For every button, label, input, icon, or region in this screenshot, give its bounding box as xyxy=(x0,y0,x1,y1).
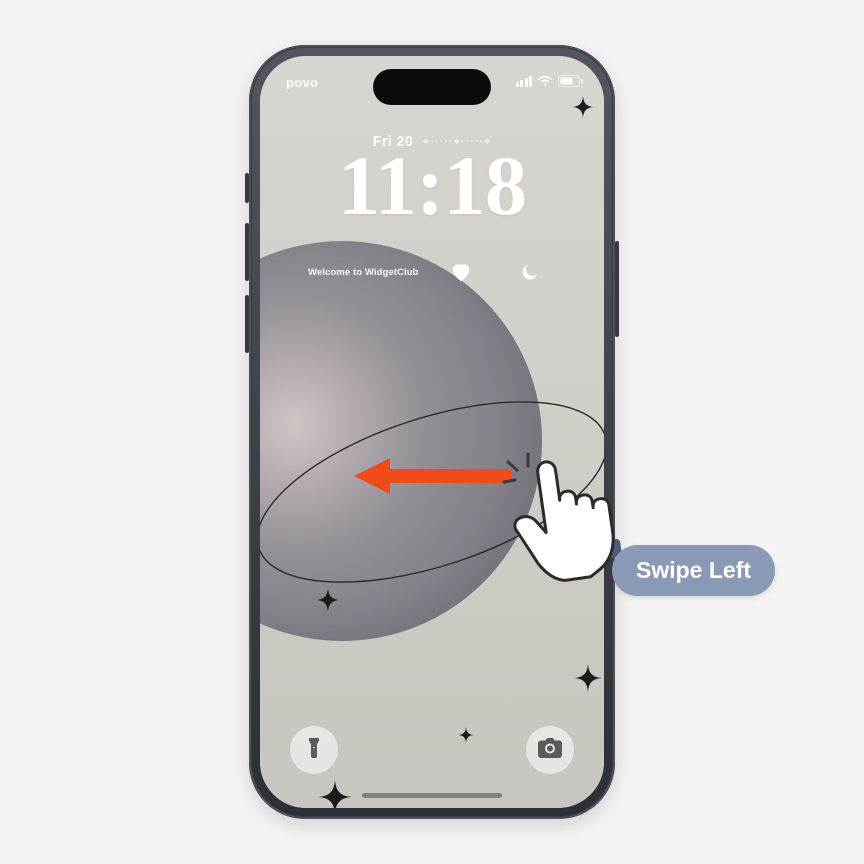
wifi-icon xyxy=(537,75,553,87)
flashlight-icon xyxy=(304,736,324,765)
sparkle-icon xyxy=(458,727,474,743)
tutorial-illustration: povo Fri 20 ⌖·····⌖·····⌖ 11:18 xyxy=(0,0,864,864)
home-indicator[interactable] xyxy=(362,793,502,798)
flashlight-button[interactable] xyxy=(290,726,338,774)
lock-screen[interactable]: povo Fri 20 ⌖·····⌖·····⌖ 11:18 xyxy=(260,56,604,808)
phone-volume-down xyxy=(245,295,249,353)
phone-power-button xyxy=(615,241,619,337)
moon-icon xyxy=(520,262,540,282)
lockscreen-widget-text: Welcome to WidgetClub xyxy=(308,267,419,278)
lockscreen-time[interactable]: 11:18 xyxy=(260,144,604,229)
carrier-label: povo xyxy=(286,75,318,90)
pointer-hand-icon xyxy=(498,446,628,586)
sparkle-icon xyxy=(574,664,602,692)
sparkle-icon xyxy=(572,96,594,118)
phone-silent-switch xyxy=(245,173,249,203)
camera-button[interactable] xyxy=(526,726,574,774)
swipe-left-label: Swipe Left xyxy=(612,545,775,596)
status-bar: povo xyxy=(260,75,604,95)
camera-icon xyxy=(538,738,562,763)
signal-icon xyxy=(516,75,533,87)
status-icons xyxy=(516,75,585,87)
heart-icon xyxy=(450,262,472,282)
sparkle-icon xyxy=(316,588,340,612)
phone-volume-up xyxy=(245,223,249,281)
battery-icon xyxy=(558,75,584,87)
lockscreen-widget-row[interactable]: Welcome to WidgetClub xyxy=(260,251,604,293)
sparkle-icon xyxy=(318,780,352,808)
phone-frame: povo Fri 20 ⌖·····⌖·····⌖ 11:18 xyxy=(249,45,615,819)
arrow-left-icon xyxy=(352,456,512,496)
